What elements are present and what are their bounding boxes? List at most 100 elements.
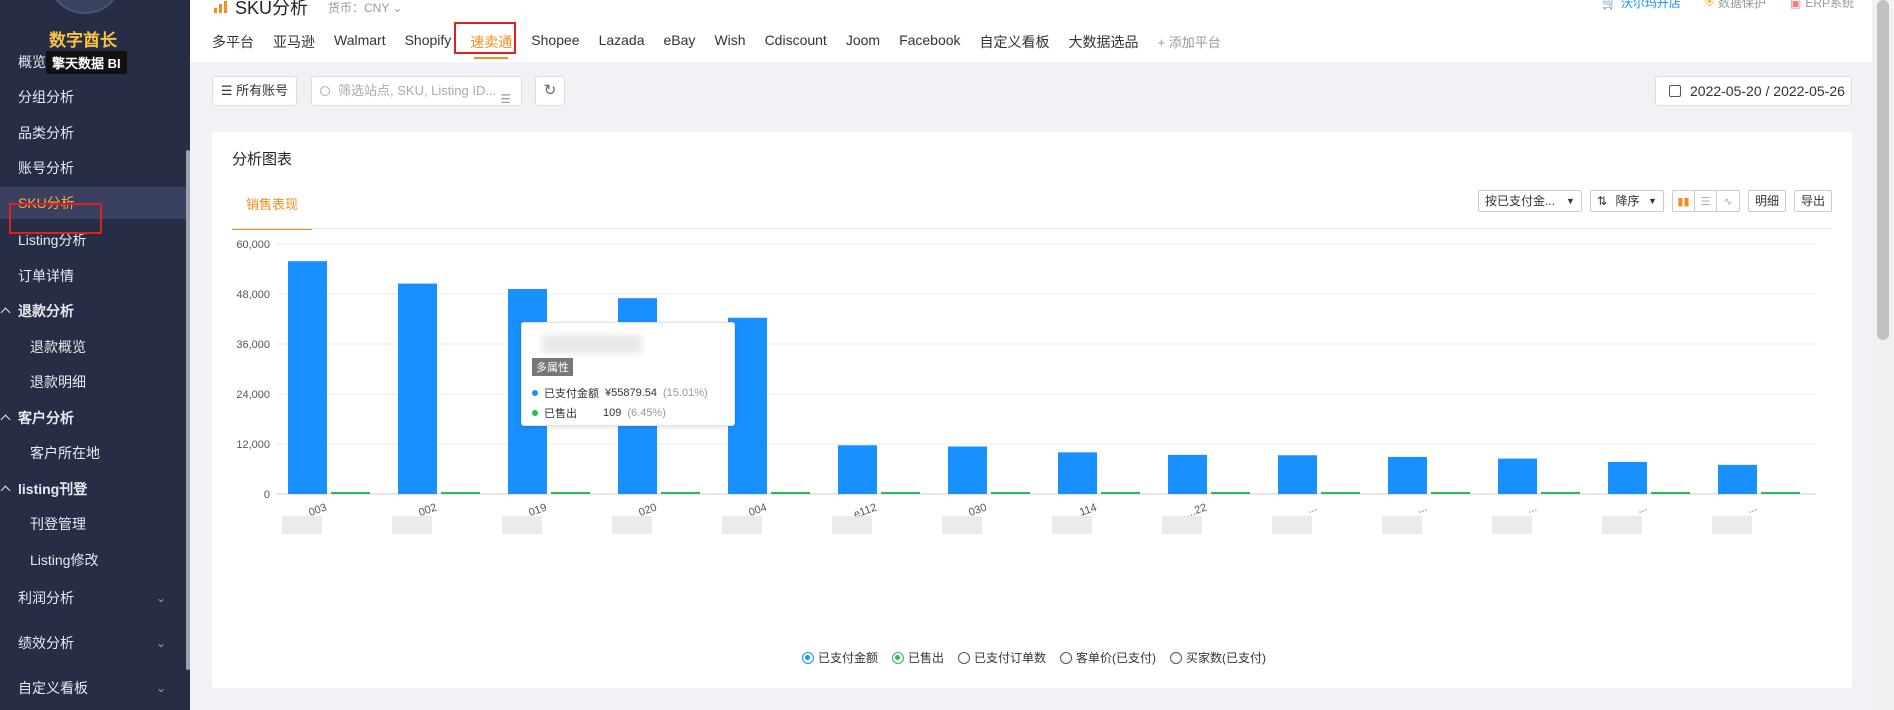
all-accounts-button[interactable]: ☰ 所有账号 <box>212 76 297 106</box>
sidebar-item-label: SKU分析 <box>18 195 75 211</box>
top-bar: SKU分析 货币：CNY ⌄ 🛒 沃尔玛开店 ⛨ 数据保护 ▣ ERP系统 多平台 亚马… <box>190 0 1894 62</box>
calendar-icon <box>1669 85 1681 97</box>
refresh-icon: ↻ <box>543 82 557 99</box>
page-title: SKU分析 <box>235 0 309 18</box>
tab-platform-1[interactable]: 亚马逊 <box>273 32 315 52</box>
search-input[interactable]: 筛选站点, SKU, Listing ID... ☰ <box>311 76 522 106</box>
y-tick-label: 48,000 <box>236 289 270 301</box>
sidebar-item-label: 订单详情 <box>18 268 74 284</box>
bar-chart-icon[interactable]: ▮▮ <box>1673 191 1695 211</box>
bar-paid-7 <box>1058 452 1097 494</box>
sidebar-item-7[interactable]: 退款分析 <box>0 295 186 327</box>
erp-system-link[interactable]: ▣ ERP系统 <box>1790 0 1854 11</box>
tab-platform-13[interactable]: 大数据选品 <box>1069 32 1139 52</box>
series-dot <box>532 410 538 416</box>
chart-legend: 已支付金额 已售出 已支付订单数 客单价(已支付) 买家数(已支付) <box>802 649 1266 666</box>
sidebar-item-6[interactable]: 订单详情 <box>0 260 186 292</box>
sidebar-item-2[interactable]: 品类分析 <box>0 117 186 149</box>
top-links: 🛒 沃尔玛开店 ⛨ 数据保护 ▣ ERP系统 <box>1602 0 1854 11</box>
sidebar-item-17[interactable]: 自定义看板 ⌄ <box>0 672 186 704</box>
erp-icon: ▣ <box>1789 0 1802 10</box>
sidebar-item-label: 绩效分析 <box>18 635 74 651</box>
bar-paid-0 <box>288 261 327 494</box>
dropdown-arrow-icon: ▼ <box>1566 196 1575 206</box>
sidebar-item-label: Listing修改 <box>30 552 99 568</box>
sidebar-item-label: 客户所在地 <box>30 445 100 461</box>
cart-icon: 🛒 <box>1601 0 1617 10</box>
sidebar-item-16[interactable]: 绩效分析 ⌄ <box>0 627 186 659</box>
export-button[interactable]: 导出 <box>1793 190 1832 212</box>
list-icon: ☰ <box>220 83 237 98</box>
sidebar-item-13[interactable]: 刊登管理 <box>0 508 186 540</box>
bar-sold-0 <box>331 492 370 494</box>
sidebar-item-15[interactable]: 利润分析 ⌄ <box>0 582 186 614</box>
tab-platform-3[interactable]: Shopify <box>405 32 452 52</box>
refresh-button[interactable]: ↻ <box>535 76 565 106</box>
label-mask <box>1492 516 1532 534</box>
date-range-picker[interactable]: 2022-05-20 / 2022-05-26 <box>1655 76 1852 106</box>
sidebar-item-11[interactable]: 客户所在地 <box>0 437 186 469</box>
sidebar-item-10[interactable]: 客户分析 <box>0 402 186 434</box>
sort-icon: ⇅ <box>1596 194 1608 208</box>
sidebar-item-8[interactable]: 退款概览 <box>0 331 186 363</box>
walmart-store-link[interactable]: 🛒 沃尔玛开店 <box>1602 0 1681 11</box>
label-mask <box>282 516 322 534</box>
page-scrollbar[interactable] <box>1872 0 1894 710</box>
legend-item-2[interactable]: 已支付订单数 <box>958 649 1046 666</box>
line-chart-icon[interactable]: ∿ <box>1717 191 1739 211</box>
tab-platform-0[interactable]: 多平台 <box>212 32 254 52</box>
bar-sold-5 <box>881 492 920 494</box>
tab-sales-performance[interactable]: 销售表现 <box>232 194 312 230</box>
legend-item-3[interactable]: 客单价(已支付) <box>1060 649 1156 666</box>
sidebar-scrollbar[interactable] <box>186 150 190 670</box>
horizontal-bar-icon[interactable]: ☰ <box>1695 191 1717 211</box>
tab-platform-7[interactable]: eBay <box>664 32 696 52</box>
sort-by-select[interactable]: 按已支付金... ▼ <box>1477 190 1582 212</box>
bar-sold-2 <box>551 492 590 494</box>
platform-tabs: 多平台 亚马逊 Walmart Shopify 速卖通 Shopee Lazada eBay W… <box>212 32 1221 59</box>
scroll-thumb[interactable] <box>1877 0 1889 340</box>
sidebar-item-1[interactable]: 分组分析 <box>0 81 186 113</box>
legend-label: 客单价(已支付) <box>1076 651 1157 665</box>
radio-icon <box>802 651 814 664</box>
tab-platform-5[interactable]: Shopee <box>531 32 579 52</box>
sidebar-item-12[interactable]: listing刊登 <box>0 473 186 505</box>
sidebar-item-0[interactable]: 概览 <box>0 46 186 78</box>
order-select[interactable]: ⇅ 降序 ▼ <box>1589 190 1664 212</box>
label-mask <box>832 516 872 534</box>
chevron-down-icon: ⌄ <box>155 591 166 605</box>
tooltip-sku-image <box>542 335 642 353</box>
sidebar-item-3[interactable]: 账号分析 <box>0 152 186 184</box>
bar-paid-6 <box>948 446 987 494</box>
sidebar-item-9[interactable]: 退款明细 <box>0 366 186 398</box>
label-mask <box>392 516 432 534</box>
tab-platform-12[interactable]: 自定义看板 <box>980 32 1050 52</box>
bar-sold-11 <box>1541 492 1580 494</box>
legend-item-1[interactable]: 已售出 <box>892 649 944 666</box>
tab-platform-8[interactable]: Wish <box>714 32 745 52</box>
data-protection-link[interactable]: ⛨ 数据保护 <box>1705 0 1766 11</box>
legend-item-0[interactable]: 已支付金额 <box>802 649 878 666</box>
tab-platform-10[interactable]: Joom <box>846 32 880 52</box>
x-tick-label: ... <box>1526 502 1539 516</box>
tab-platform-11[interactable]: Facebook <box>899 32 960 52</box>
tab-platform-6[interactable]: Lazada <box>599 32 645 52</box>
bar-sold-3 <box>661 492 700 494</box>
sidebar-item-4[interactable]: SKU分析 <box>0 187 186 219</box>
sidebar-item-14[interactable]: Listing修改 <box>0 544 186 576</box>
detail-button[interactable]: 明细 <box>1747 190 1786 212</box>
sidebar-item-5[interactable]: Listing分析 <box>0 224 186 256</box>
sidebar-item-label: 退款分析 <box>18 303 74 319</box>
tab-platform-9[interactable]: Cdiscount <box>765 32 827 52</box>
tab-platform-2[interactable]: Walmart <box>334 32 386 52</box>
filter-icon[interactable]: ☰ <box>500 85 511 113</box>
sidebar-item-label: 品类分析 <box>18 125 74 141</box>
y-tick-label: 0 <box>264 489 270 501</box>
bar-sold-1 <box>441 492 480 494</box>
currency-selector[interactable]: 货币：CNY ⌄ <box>328 0 403 16</box>
legend-item-4[interactable]: 买家数(已支付) <box>1170 649 1266 666</box>
tab-platform-14[interactable]: + 添加平台 <box>1158 32 1221 52</box>
tab-platform-4[interactable]: 速卖通 <box>470 32 512 59</box>
label-mask <box>1602 516 1642 534</box>
tooltip-row-sold: 已售出 109 (6.45%) <box>532 405 666 421</box>
